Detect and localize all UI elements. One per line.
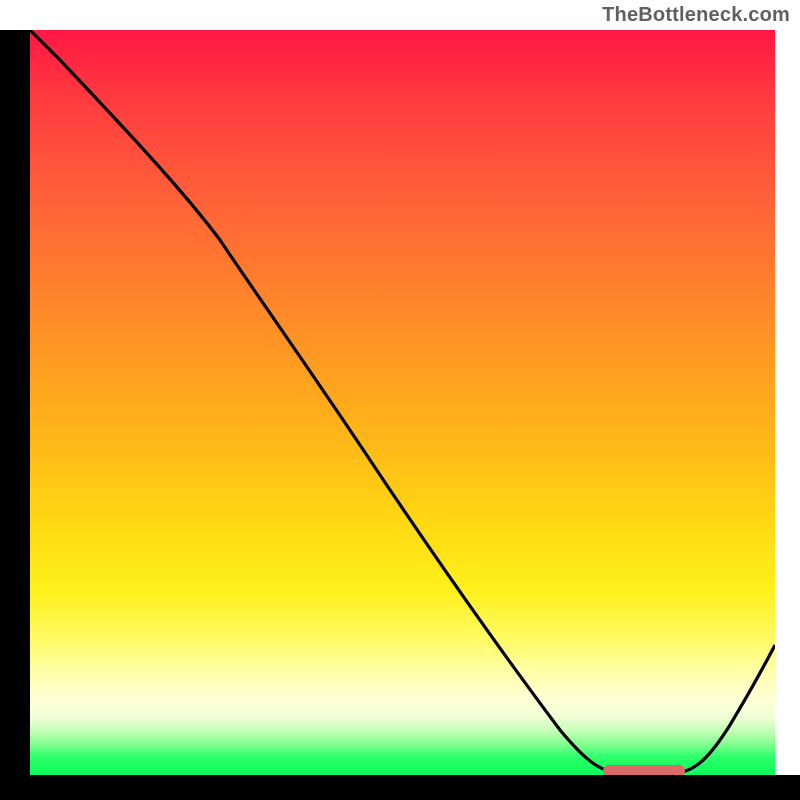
x-axis-border [0,775,800,800]
optimal-range-marker [603,765,685,775]
curve-path [30,30,775,773]
bottleneck-curve [30,30,775,775]
attribution-label: TheBottleneck.com [602,4,790,27]
y-axis-border [0,30,30,800]
plot-area [30,30,775,775]
